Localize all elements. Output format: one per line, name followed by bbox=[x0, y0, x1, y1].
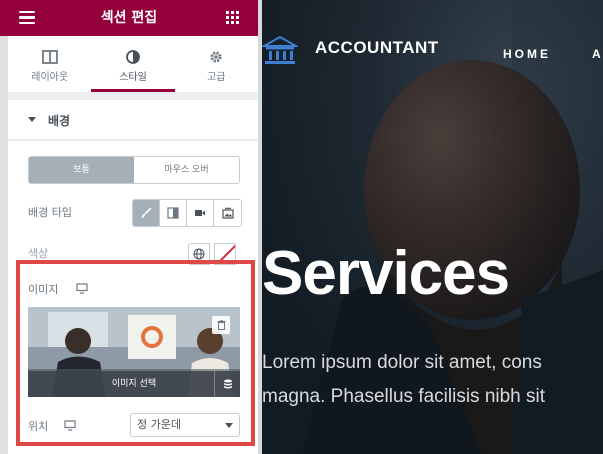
choose-image-label: 이미지 선택 bbox=[111, 379, 157, 389]
database-stack-icon bbox=[223, 379, 232, 389]
layout-icon bbox=[41, 50, 58, 64]
image-preview[interactable]: 이미지 선택 bbox=[28, 307, 240, 397]
global-color-button[interactable] bbox=[188, 243, 210, 265]
slideshow-button[interactable] bbox=[214, 200, 241, 226]
nav-home[interactable]: HOME bbox=[503, 47, 551, 61]
tab-style-label: 스타일 bbox=[119, 72, 147, 83]
gear-icon bbox=[210, 51, 222, 63]
hero-title: Services bbox=[262, 239, 510, 308]
trash-icon bbox=[217, 320, 225, 330]
remove-image-button[interactable] bbox=[212, 316, 230, 334]
gradient-button[interactable] bbox=[160, 200, 187, 226]
video-icon bbox=[195, 210, 205, 216]
background-type-group bbox=[132, 199, 242, 227]
panel-tabs: 레이아웃 스타일 고급 bbox=[8, 36, 258, 92]
widgets-grid-icon[interactable] bbox=[226, 11, 239, 24]
image-label: 이미지 bbox=[28, 283, 59, 296]
state-normal-tab[interactable]: 보통 bbox=[29, 157, 134, 183]
dynamic-tags-button[interactable] bbox=[214, 371, 240, 397]
classic-brush-button[interactable] bbox=[133, 200, 160, 226]
style-icon bbox=[126, 50, 140, 64]
tab-layout-label: 레이아웃 bbox=[31, 72, 69, 83]
panel-title: 섹션 편집 bbox=[100, 10, 158, 26]
position-label: 위치 bbox=[28, 420, 49, 433]
hero-text-line-1: Lorem ipsum dolor sit amet, cons bbox=[262, 352, 542, 373]
state-switch: 보통 마우스 오버 bbox=[28, 156, 240, 184]
chevron-down-icon bbox=[225, 423, 233, 428]
site-preview: ACCOUNTANT HOME A Services Lorem ipsum d… bbox=[262, 0, 603, 454]
nav-next[interactable]: A bbox=[592, 47, 603, 61]
section-background-label: 배경 bbox=[48, 114, 71, 128]
state-hover-tab[interactable]: 마우스 오버 bbox=[134, 157, 239, 183]
section-background-toggle[interactable]: 배경 bbox=[8, 100, 258, 140]
background-type-label: 배경 타입 bbox=[28, 206, 72, 219]
section-background-body: 보통 마우스 오버 배경 타입 색상 이미지 이미지 선택 위치 정 가운데 bbox=[8, 141, 258, 454]
panel-left-strip bbox=[0, 36, 8, 454]
tab-advanced-label: 고급 bbox=[207, 72, 226, 83]
video-button[interactable] bbox=[187, 200, 214, 226]
slideshow-icon bbox=[221, 207, 234, 219]
bank-logo-icon[interactable] bbox=[262, 32, 298, 68]
brush-icon bbox=[141, 207, 152, 218]
color-swatch-empty[interactable] bbox=[214, 243, 236, 265]
choose-image-bar[interactable]: 이미지 선택 bbox=[28, 371, 240, 397]
editor-panel: 섹션 편집 레이아웃 스타일 고급 배경 보통 마우스 오버 배경 타입 색상 … bbox=[0, 0, 258, 454]
tab-layout[interactable]: 레이아웃 bbox=[8, 36, 91, 92]
globe-icon bbox=[193, 248, 205, 260]
tab-advanced[interactable]: 고급 bbox=[175, 36, 258, 92]
gradient-icon bbox=[167, 207, 179, 219]
tab-style[interactable]: 스타일 bbox=[91, 36, 175, 92]
position-select[interactable]: 정 가운데 bbox=[130, 413, 240, 437]
position-select-value: 정 가운데 bbox=[137, 418, 181, 431]
color-label: 색상 bbox=[28, 247, 49, 260]
caret-down-icon bbox=[28, 117, 36, 122]
hero-text-line-2: magna. Phasellus facilisis nibh sit bbox=[262, 386, 546, 407]
desktop-responsive-icon[interactable] bbox=[64, 420, 76, 431]
desktop-responsive-icon[interactable] bbox=[76, 283, 88, 294]
site-brand[interactable]: ACCOUNTANT bbox=[315, 38, 439, 58]
panel-header: 섹션 편집 bbox=[0, 0, 258, 36]
